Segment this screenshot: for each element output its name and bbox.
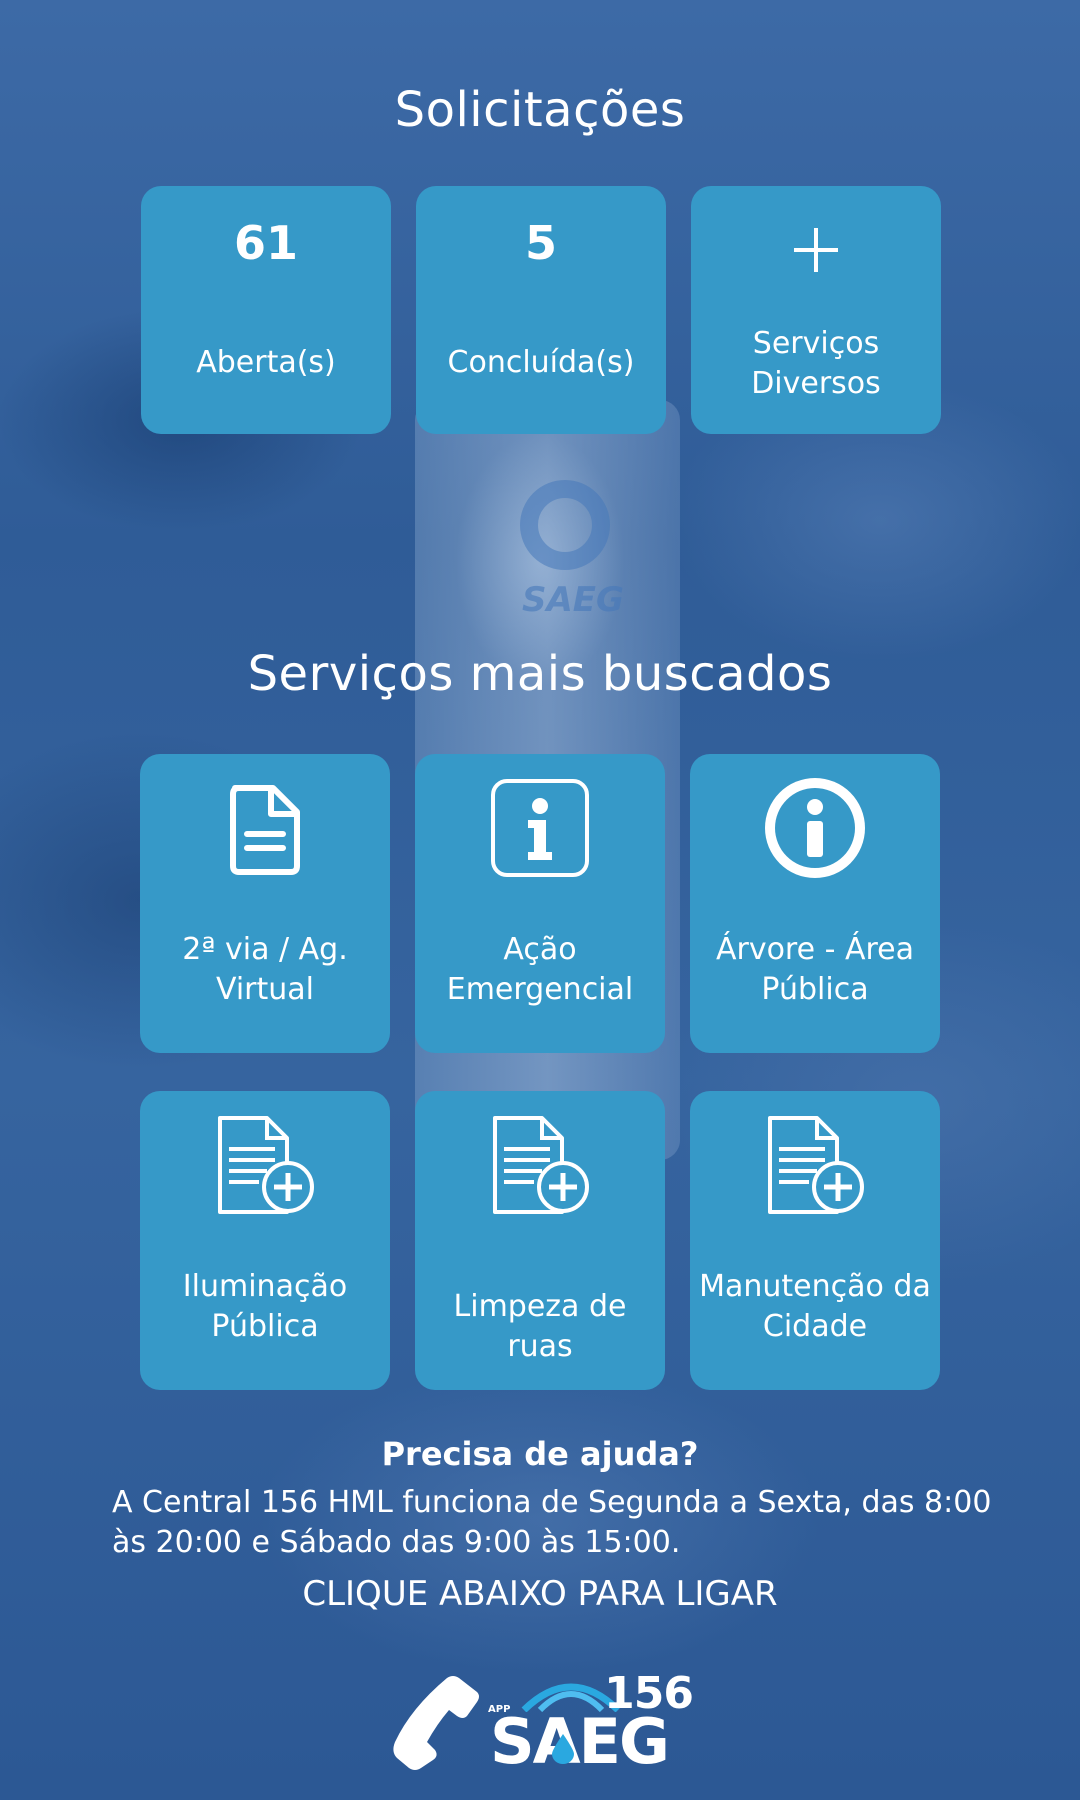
water-drop-icon (552, 1734, 574, 1768)
logo-name: SAEG (490, 1705, 670, 1778)
saeg-156-logo: APP 156 SAEG (488, 1672, 694, 1778)
completed-requests-label: Concluída(s) (447, 345, 635, 380)
document-icon (140, 784, 390, 876)
info-circle-icon (690, 778, 940, 878)
completed-requests-card[interactable]: 5 Concluída(s) (416, 186, 666, 434)
service-card-arvore[interactable]: Árvore - Área Pública (690, 754, 940, 1053)
popular-services-title: Serviços mais buscados (247, 646, 833, 702)
help-text: A Central 156 HML funciona de Segunda a … (112, 1485, 992, 1560)
service-card-limpeza[interactable]: Limpeza de ruas (415, 1091, 665, 1390)
service-label-arvore: Árvore - Área Pública (715, 932, 915, 1007)
service-label-2via: 2ª via / Ag. Virtual (182, 932, 348, 1007)
service-card-manutencao[interactable]: Manutenção da Cidade (690, 1091, 940, 1390)
call-cta-link[interactable]: CLIQUE ABAIXO PARA LIGAR (0, 1574, 1080, 1614)
help-title: Precisa de ajuda? (381, 1435, 699, 1473)
background-tower-logo (520, 480, 610, 570)
service-label-acao-emergencial: Ação Emergencial (446, 932, 634, 1007)
solicitacoes-title: Solicitações (394, 82, 686, 138)
document-add-icon (415, 1115, 665, 1215)
open-requests-card[interactable]: 61 Aberta(s) (141, 186, 391, 434)
open-requests-count: 61 (233, 216, 298, 270)
plus-icon (691, 224, 941, 276)
info-square-icon (415, 778, 665, 878)
service-card-2via[interactable]: 2ª via / Ag. Virtual (140, 754, 390, 1053)
service-card-acao-emergencial[interactable]: Ação Emergencial (415, 754, 665, 1053)
service-label-limpeza: Limpeza de ruas (453, 1289, 627, 1364)
open-requests-label: Aberta(s) (196, 345, 336, 380)
background-tower-text: SAEG (522, 580, 624, 620)
various-services-label: Serviços Diversos (751, 326, 881, 401)
document-add-icon (690, 1115, 940, 1215)
phone-icon[interactable] (385, 1672, 481, 1772)
service-label-iluminacao: Iluminação Pública (182, 1269, 348, 1344)
various-services-card[interactable]: Serviços Diversos (691, 186, 941, 434)
service-card-iluminacao[interactable]: Iluminação Pública (140, 1091, 390, 1390)
completed-requests-count: 5 (524, 216, 557, 270)
document-add-icon (140, 1115, 390, 1215)
service-label-manutencao: Manutenção da Cidade (699, 1269, 931, 1344)
